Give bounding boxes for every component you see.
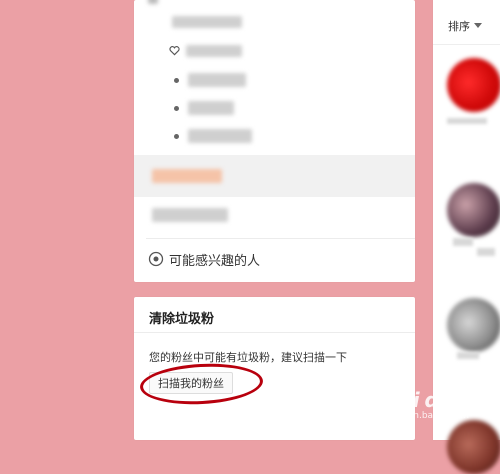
- bullet-icon: [174, 106, 179, 111]
- caret-down-icon: [474, 23, 482, 28]
- nav-item-3[interactable]: [188, 73, 246, 87]
- watermark-url: jingyan.baidu.com: [386, 411, 470, 421]
- sort-label: 排序: [448, 20, 470, 33]
- heart-icon: [169, 46, 180, 56]
- bullet-icon: [174, 134, 179, 139]
- divider: [433, 44, 500, 45]
- fans-nav-card: 可能感兴趣的人: [134, 0, 415, 282]
- nav-item-2[interactable]: [186, 45, 242, 57]
- fan-avatar[interactable]: [447, 58, 500, 112]
- blurred-text: [477, 248, 495, 256]
- clean-fans-description: 您的粉丝中可能有垃圾粉，建议扫描一下: [149, 351, 347, 364]
- bullet-icon: [174, 78, 179, 83]
- blurred-text: [447, 118, 487, 124]
- nav-item-5[interactable]: [188, 129, 252, 143]
- fan-avatar[interactable]: [447, 183, 500, 237]
- blurred-icon: [148, 0, 158, 4]
- recommend-people-link[interactable]: 可能感兴趣的人: [148, 248, 260, 270]
- sort-dropdown[interactable]: 排序: [448, 18, 482, 34]
- eye-icon: [148, 251, 164, 267]
- divider: [134, 332, 415, 333]
- nav-item-1[interactable]: [172, 16, 242, 28]
- nav-item-6[interactable]: [152, 208, 228, 222]
- fan-avatar[interactable]: [447, 298, 500, 352]
- blurred-text: [457, 352, 479, 359]
- blurred-text: [453, 238, 473, 246]
- nav-item-4[interactable]: [188, 101, 234, 115]
- fans-list-panel: 排序: [433, 0, 500, 474]
- recommend-people-label: 可能感兴趣的人: [169, 253, 261, 269]
- divider: [146, 238, 415, 239]
- nav-item-selected[interactable]: [134, 155, 415, 197]
- watermark-logo: Bai du 经验: [386, 388, 496, 412]
- clean-fans-title: 清除垃圾粉: [149, 312, 215, 327]
- watermark: Bai du 经验 jingyan.baidu.com: [386, 384, 496, 436]
- selected-item-label: [152, 169, 222, 183]
